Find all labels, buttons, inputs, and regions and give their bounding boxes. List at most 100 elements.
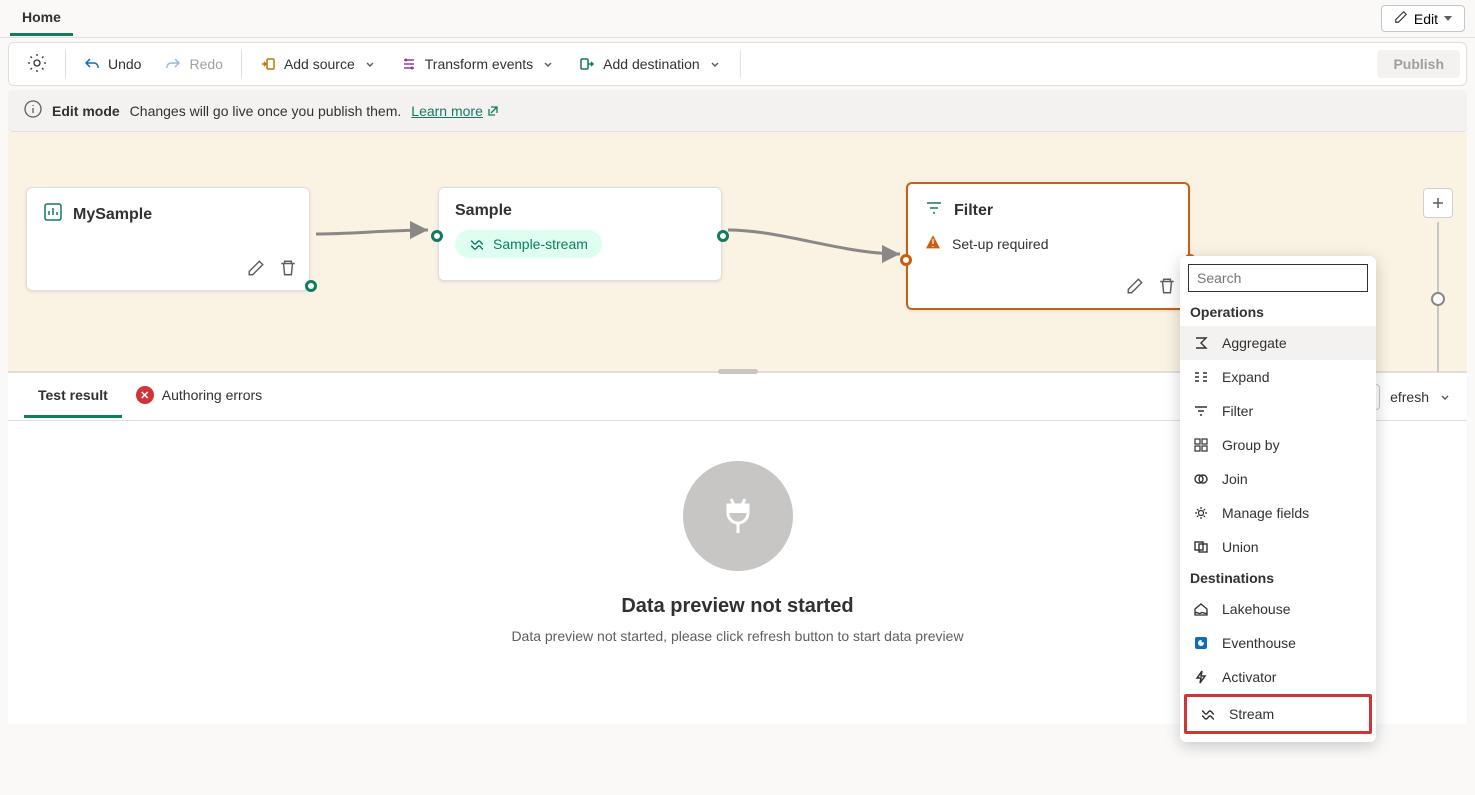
- zoom-slider[interactable]: [1437, 222, 1439, 372]
- input-port[interactable]: [900, 254, 912, 266]
- stream-icon: [1199, 705, 1217, 723]
- dest-lakehouse[interactable]: Lakehouse: [1180, 592, 1376, 626]
- section-destinations: Destinations: [1180, 564, 1376, 592]
- gear-icon: [1192, 504, 1210, 522]
- undo-label: Undo: [108, 56, 141, 72]
- op-aggregate[interactable]: Aggregate: [1180, 326, 1376, 360]
- info-bar: Edit mode Changes will go live once you …: [8, 90, 1467, 132]
- lakehouse-icon: [1192, 600, 1210, 618]
- info-icon: [24, 100, 42, 121]
- add-destination-button[interactable]: Add destination: [567, 50, 734, 78]
- chevron-down-icon: [708, 57, 722, 71]
- chart-icon: [43, 202, 63, 227]
- output-port[interactable]: [305, 280, 317, 292]
- setup-required-label: Set-up required: [952, 236, 1049, 252]
- stream-icon: [469, 236, 485, 252]
- stream-chip[interactable]: Sample-stream: [455, 230, 602, 258]
- redo-label: Redo: [189, 56, 222, 72]
- learn-more-link[interactable]: Learn more: [411, 103, 499, 119]
- edit-node-button[interactable]: [1122, 273, 1148, 302]
- search-input[interactable]: [1188, 264, 1368, 292]
- redo-icon: [165, 56, 181, 72]
- sigma-icon: [1192, 334, 1210, 352]
- toolbar: Undo Redo Add source Transform events Ad…: [8, 42, 1467, 86]
- delete-node-button[interactable]: [275, 255, 301, 284]
- error-icon: ✕: [136, 386, 154, 404]
- filter-icon: [1192, 402, 1210, 420]
- tab-home[interactable]: Home: [10, 1, 73, 36]
- tab-row: Home Edit: [0, 0, 1475, 38]
- node-sample[interactable]: Sample Sample-stream: [438, 187, 722, 281]
- preview-subtext: Data preview not started, please click r…: [511, 628, 963, 644]
- add-source-icon: [260, 56, 276, 72]
- node-mysample[interactable]: MySample: [26, 187, 310, 291]
- edit-mode-label: Edit mode: [52, 103, 120, 119]
- zoom-in-button[interactable]: [1423, 188, 1453, 218]
- tab-test-result[interactable]: Test result: [24, 375, 122, 418]
- preview-heading: Data preview not started: [621, 595, 853, 618]
- op-union[interactable]: Union: [1180, 530, 1376, 564]
- publish-label: Publish: [1393, 56, 1444, 72]
- output-port[interactable]: [717, 230, 729, 242]
- dest-activator[interactable]: Activator: [1180, 660, 1376, 694]
- edit-node-button[interactable]: [243, 255, 269, 284]
- external-link-icon: [487, 105, 499, 117]
- transform-icon: [401, 56, 417, 72]
- connector: [722, 222, 912, 272]
- edit-button[interactable]: Edit: [1381, 5, 1465, 32]
- add-source-button[interactable]: Add source: [248, 50, 389, 78]
- expand-icon: [1192, 368, 1210, 386]
- edit-mode-message: Changes will go live once you publish th…: [130, 103, 402, 119]
- add-source-label: Add source: [284, 56, 355, 72]
- section-operations: Operations: [1180, 298, 1376, 326]
- settings-button[interactable]: [15, 47, 59, 82]
- node-filter[interactable]: Filter Set-up required: [906, 182, 1190, 310]
- add-destination-icon: [579, 56, 595, 72]
- authoring-errors-label: Authoring errors: [162, 387, 262, 403]
- input-port[interactable]: [431, 230, 443, 242]
- op-managefields[interactable]: Manage fields: [1180, 496, 1376, 530]
- op-groupby[interactable]: Group by: [1180, 428, 1376, 462]
- resize-handle[interactable]: [718, 369, 758, 374]
- learn-more-label: Learn more: [411, 103, 483, 119]
- filter-icon: [924, 198, 944, 223]
- undo-button[interactable]: Undo: [72, 50, 153, 78]
- plug-icon: [683, 461, 793, 571]
- eventhouse-icon: [1192, 634, 1210, 652]
- undo-icon: [84, 56, 100, 72]
- chevron-down-icon: [541, 57, 555, 71]
- caret-down-icon: [1444, 16, 1452, 21]
- group-icon: [1192, 436, 1210, 454]
- popover-search: [1188, 264, 1368, 292]
- chevron-down-icon: [363, 57, 377, 71]
- op-expand[interactable]: Expand: [1180, 360, 1376, 394]
- refresh-button[interactable]: efresh: [1390, 389, 1451, 405]
- op-join[interactable]: Join: [1180, 462, 1376, 496]
- node-sample-title: Sample: [455, 202, 512, 220]
- delete-node-button[interactable]: [1154, 273, 1180, 302]
- add-destination-label: Add destination: [603, 56, 700, 72]
- dest-eventhouse[interactable]: Eventhouse: [1180, 626, 1376, 660]
- add-menu-popover: Operations Aggregate Expand Filter Group…: [1180, 256, 1376, 742]
- node-filter-title: Filter: [954, 202, 993, 220]
- join-icon: [1192, 470, 1210, 488]
- op-filter[interactable]: Filter: [1180, 394, 1376, 428]
- tab-authoring-errors[interactable]: ✕ Authoring errors: [122, 374, 276, 419]
- stream-chip-label: Sample-stream: [493, 236, 588, 252]
- zoom-control: [1423, 188, 1453, 376]
- redo-button: Redo: [153, 50, 234, 78]
- edit-button-label: Edit: [1414, 11, 1438, 27]
- union-icon: [1192, 538, 1210, 556]
- transform-events-button[interactable]: Transform events: [389, 50, 567, 78]
- pencil-icon: [1394, 10, 1408, 27]
- node-mysample-title: MySample: [73, 206, 152, 224]
- publish-button: Publish: [1377, 50, 1460, 78]
- zoom-thumb[interactable]: [1431, 292, 1445, 306]
- activator-icon: [1192, 668, 1210, 686]
- transform-label: Transform events: [425, 56, 533, 72]
- connector: [310, 222, 440, 242]
- chevron-down-icon: [1439, 391, 1451, 403]
- dest-stream[interactable]: Stream: [1184, 694, 1372, 734]
- gear-icon: [27, 53, 47, 76]
- warning-icon: [924, 233, 942, 254]
